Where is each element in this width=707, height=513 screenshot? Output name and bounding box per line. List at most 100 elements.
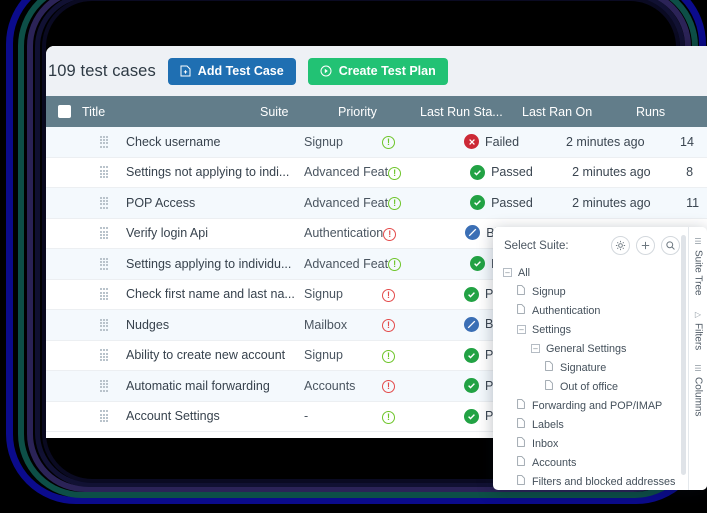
drag-handle-icon[interactable] (99, 318, 109, 331)
cell-suite: Signup (304, 348, 382, 362)
cell-runs: 8 (686, 165, 694, 180)
suite-panel-scrollbar[interactable] (681, 235, 686, 475)
search-icon[interactable] (661, 236, 680, 255)
suite-tree-node[interactable]: Signup (503, 282, 688, 301)
drag-handle-icon[interactable] (99, 257, 109, 270)
test-case-title: Settings applying to individu... (126, 256, 292, 271)
suite-tree-node[interactable]: Signature (503, 358, 688, 377)
suite-tree-node[interactable]: Filters and blocked addresses (503, 472, 688, 490)
status-label: Passed (491, 195, 533, 210)
column-header-last-ran-on[interactable]: Last Ran On (522, 105, 636, 119)
column-header-runs[interactable]: Runs (636, 105, 707, 119)
side-tab-suite-tree[interactable]: ☰ Suite Tree (693, 237, 704, 296)
select-all-checkbox[interactable] (57, 105, 71, 118)
priority-high-icon: ! (382, 288, 395, 302)
test-case-title: Check first name and last na... (126, 287, 295, 302)
row-drag-cell[interactable] (82, 135, 126, 148)
status-passed-icon (470, 164, 486, 180)
side-tab-filters[interactable]: ▷ Filters (693, 310, 704, 350)
file-icon (517, 418, 526, 431)
side-tab-label: Columns (692, 376, 704, 417)
suite-tree-node[interactable]: – General Settings (503, 339, 688, 358)
table-row[interactable]: Settings not applying to indi... Advanced… (46, 157, 707, 188)
row-drag-cell[interactable] (82, 227, 126, 240)
cell-priority: ! (382, 409, 464, 424)
suite-tree-node-label: Out of office (560, 380, 619, 393)
cell-runs: 11 (686, 195, 700, 210)
collapse-toggle-icon[interactable]: – (517, 325, 526, 334)
test-case-title: POP Access (126, 195, 196, 210)
row-drag-cell[interactable] (82, 379, 126, 392)
drag-handle-icon[interactable] (99, 379, 109, 392)
column-header-suite[interactable]: Suite (260, 105, 338, 119)
cell-runs: 14 (680, 134, 694, 149)
side-tab-columns[interactable]: ☰ Columns (693, 364, 704, 416)
suite-name: Advanced Feat (304, 256, 389, 271)
plus-icon[interactable] (636, 236, 655, 255)
cell-suite: Mailbox (304, 318, 382, 332)
status-passed-icon (464, 378, 479, 394)
column-header-priority[interactable]: Priority (338, 105, 420, 119)
suite-tree-node-label: General Settings (546, 342, 627, 355)
suite-tree-node[interactable]: Out of office (503, 377, 688, 396)
drag-handle-icon[interactable] (99, 288, 109, 301)
suite-tree-node[interactable]: – Settings (503, 320, 688, 339)
row-drag-cell[interactable] (82, 349, 126, 362)
cell-last-ran-on: 2 minutes ago (572, 195, 651, 210)
suite-tree-node[interactable]: Forwarding and POP/IMAP (503, 396, 688, 415)
row-drag-cell[interactable] (82, 318, 126, 331)
suite-tree-node[interactable]: Accounts (503, 453, 688, 472)
screen-root: 109 test cases Add Test Case Create Test… (0, 0, 707, 513)
drag-handle-icon[interactable] (99, 196, 109, 209)
cell-priority: ! (382, 134, 464, 150)
row-drag-cell[interactable] (82, 410, 126, 423)
drag-handle-icon[interactable] (99, 135, 109, 148)
row-drag-cell[interactable] (82, 257, 126, 270)
priority-low-icon: ! (382, 136, 395, 150)
create-test-plan-button[interactable]: Create Test Plan (307, 57, 448, 85)
add-test-case-button[interactable]: Add Test Case (167, 57, 296, 85)
cell-title: Settings not applying to indi... (126, 165, 304, 179)
cell-suite: Advanced Feat (304, 165, 388, 179)
cell-suite: Signup (304, 287, 382, 301)
cell-last-ran-on: 2 minutes ago (566, 134, 645, 149)
status-passed-icon (464, 408, 479, 424)
test-case-title: Verify login Api (126, 226, 208, 241)
suite-tree-node[interactable]: Inbox (503, 434, 688, 453)
suite-tree-node[interactable]: Authentication (503, 301, 688, 320)
row-drag-cell[interactable] (82, 288, 126, 301)
file-icon (517, 399, 526, 412)
cell-title: POP Access (126, 196, 304, 210)
drag-handle-icon[interactable] (99, 349, 109, 362)
side-tab-label: Suite Tree (692, 250, 704, 296)
table-row[interactable]: POP Access Advanced Feat! Passed 2 minutes … (46, 188, 707, 219)
select-all-cell[interactable] (46, 105, 82, 118)
column-header-title[interactable]: Title (82, 105, 260, 119)
cell-priority: ! (382, 378, 464, 394)
row-drag-cell[interactable] (82, 166, 126, 179)
row-drag-cell[interactable] (82, 196, 126, 209)
cell-priority: ! (388, 165, 470, 180)
file-plus-icon (180, 65, 191, 77)
collapse-toggle-icon[interactable]: – (531, 344, 540, 353)
column-header-last-run-status[interactable]: Last Run Sta... (420, 105, 522, 119)
cell-status: Passed (470, 195, 572, 211)
panel-side-tabs: ☰ Suite Tree ▷ Filters ☰ Columns (688, 227, 707, 490)
collapse-toggle-icon[interactable]: – (503, 268, 512, 277)
status-label: Failed (485, 134, 520, 149)
suite-tree-node-label: Labels (532, 418, 564, 431)
cell-title: Nudges (126, 318, 304, 332)
suite-tree-node[interactable]: – All (503, 263, 688, 282)
status-blocked-icon (465, 225, 481, 241)
table-row[interactable]: Check username Signup! Failed 2 minutes ago… (46, 127, 707, 158)
test-case-title: Automatic mail forwarding (126, 378, 270, 393)
file-icon (517, 437, 526, 450)
drag-handle-icon[interactable] (99, 227, 109, 240)
suite-tree-node[interactable]: Labels (503, 415, 688, 434)
cell-title: Ability to create new account (126, 348, 304, 362)
gear-icon[interactable] (611, 236, 630, 255)
drag-handle-icon[interactable] (99, 166, 109, 179)
test-case-title: Settings not applying to indi... (126, 165, 290, 180)
cell-priority: ! (388, 195, 470, 211)
drag-handle-icon[interactable] (99, 410, 109, 423)
